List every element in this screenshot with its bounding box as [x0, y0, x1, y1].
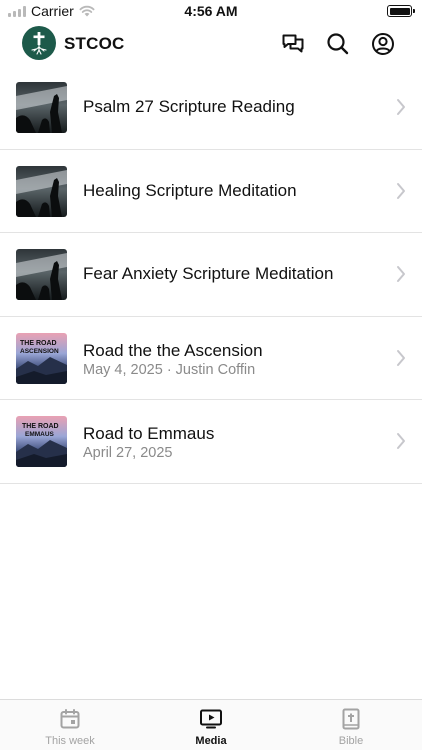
cross-tree-icon [31, 32, 47, 55]
status-bar: Carrier 4:56 AM [0, 0, 422, 22]
calendar-icon [60, 709, 80, 729]
worship-thumbnail [16, 82, 67, 133]
chevron-right-icon [397, 433, 405, 449]
road-ascension-thumbnail: THE ROAD ASCENSION [16, 332, 67, 384]
church-logo[interactable] [22, 26, 56, 60]
tab-label: This week [45, 735, 95, 747]
tab-bible[interactable]: Bible [296, 707, 406, 747]
bible-icon [342, 708, 360, 730]
profile-icon[interactable] [370, 31, 396, 57]
worship-thumbnail [16, 249, 67, 300]
tab-bar: This week Media Bible [0, 699, 422, 750]
item-subtitle: May 4, 2025 · Justin Coffin [83, 361, 256, 378]
item-title: Road to Emmaus [83, 424, 215, 443]
thumb-text-line-1: THE ROAD [20, 340, 57, 347]
thumb-text-line-1: THE ROAD [22, 423, 59, 430]
item-title: Fear Anxiety Scripture Meditation [83, 264, 334, 283]
media-list: Psalm 27 Scripture Reading Healing Scrip… [0, 66, 422, 484]
worship-thumbnail [16, 165, 67, 217]
status-time: 4:56 AM [184, 3, 238, 19]
tab-media[interactable]: Media [156, 707, 266, 747]
chevron-right-icon [397, 182, 405, 199]
thumb-text-line-2: EMMAUS [25, 431, 55, 438]
item-subtitle: April 27, 2025 [83, 445, 173, 461]
tab-label: Media [195, 735, 227, 747]
thumb-text-line-2: ASCENSION [20, 348, 59, 355]
tab-label: Bible [338, 735, 364, 747]
list-item[interactable]: THE ROAD ASCENSION Road the the Ascensio… [0, 317, 422, 400]
chevron-right-icon [397, 99, 405, 115]
list-item[interactable]: Psalm 27 Scripture Reading [0, 66, 422, 150]
item-title: Psalm 27 Scripture Reading [83, 97, 295, 116]
road-emmaus-thumbnail: THE ROAD EMMAUS [16, 416, 67, 467]
item-title: Healing Scripture Meditation [83, 180, 297, 200]
play-screen-icon [200, 709, 222, 729]
chevron-right-icon [397, 349, 405, 366]
battery-icon [387, 5, 415, 17]
tab-this-week[interactable]: This week [15, 707, 125, 747]
app-header: STCOC [0, 22, 422, 70]
chevron-right-icon [397, 266, 405, 282]
list-item[interactable]: Fear Anxiety Scripture Meditation [0, 233, 422, 317]
messages-icon[interactable] [280, 31, 306, 57]
app-name: STCOC [64, 34, 125, 53]
list-item[interactable]: Healing Scripture Meditation [0, 150, 422, 233]
list-item[interactable]: THE ROAD EMMAUS Road to Emmaus April 27,… [0, 400, 422, 484]
item-title: Road the the Ascension [83, 340, 263, 360]
search-icon[interactable] [325, 31, 351, 57]
